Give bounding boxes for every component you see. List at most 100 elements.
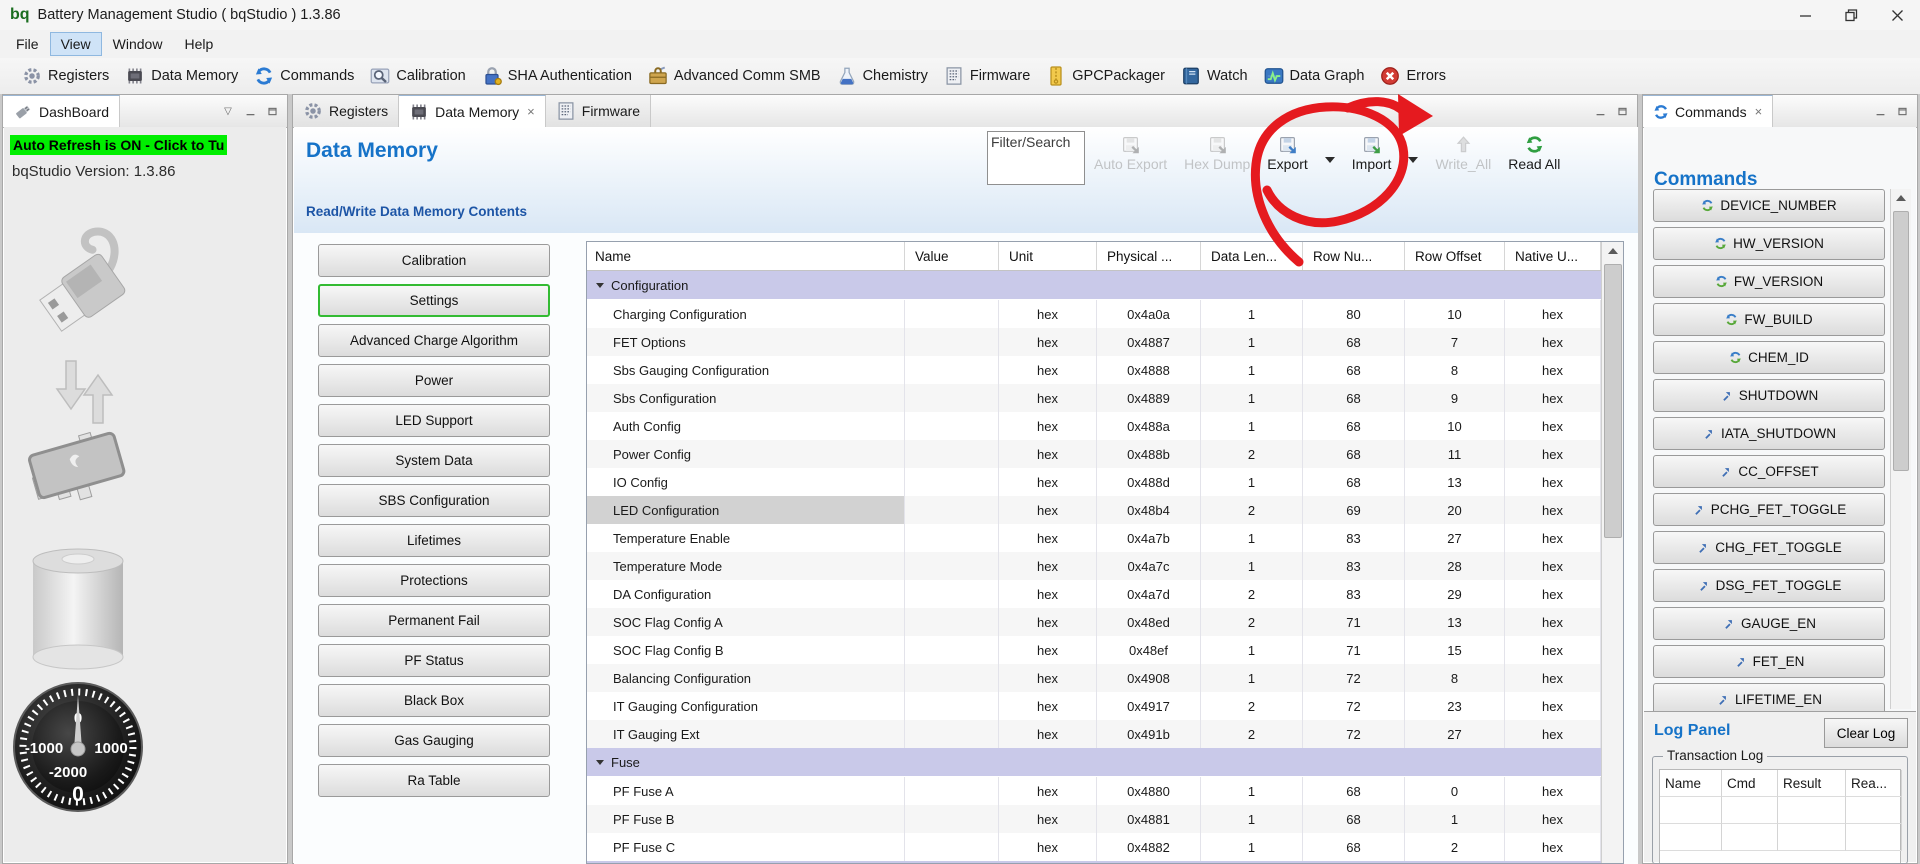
- table-row-charging-configuration[interactable]: Charging Configuration hex 0x4a0a 1 80 10 hex: [587, 300, 1601, 328]
- category-ra-table[interactable]: Ra Table: [318, 764, 550, 797]
- minimize-view-icon[interactable]: [1593, 104, 1607, 118]
- chevron-down-icon[interactable]: [596, 282, 604, 288]
- column-header-native-u[interactable]: Native U...: [1505, 242, 1601, 270]
- command-fw-version[interactable]: FW_VERSION: [1653, 265, 1885, 298]
- close-tab-icon[interactable]: ×: [527, 104, 535, 119]
- category-pf-status[interactable]: PF Status: [318, 644, 550, 677]
- table-row-power-config[interactable]: Power Config hex 0x488b 2 68 11 hex: [587, 440, 1601, 468]
- table-row-io-config[interactable]: IO Config hex 0x488d 1 68 13 hex: [587, 468, 1601, 496]
- command-hw-version[interactable]: HW_VERSION: [1653, 227, 1885, 260]
- category-settings[interactable]: Settings: [318, 284, 550, 317]
- category-power[interactable]: Power: [318, 364, 550, 397]
- tab-registers[interactable]: Registers: [293, 95, 400, 127]
- toolbar-button-registers[interactable]: Registers: [14, 63, 117, 89]
- menu-item-help[interactable]: Help: [174, 33, 223, 55]
- column-header-data-len[interactable]: Data Len...: [1201, 242, 1303, 270]
- table-row-sbs-configuration[interactable]: Sbs Configuration hex 0x4889 1 68 9 hex: [587, 384, 1601, 412]
- table-row-soc-flag-config-a[interactable]: SOC Flag Config Ahex 0x48ed 2 71 13 hex: [587, 608, 1601, 636]
- table-row-it-gauging-configuration[interactable]: IT Gauging Configuration hex 0x4917 2 72 23 he…: [587, 692, 1601, 720]
- commands-scrollbar[interactable]: [1890, 189, 1911, 709]
- tab-data-memory[interactable]: Data Memory ×: [399, 95, 546, 127]
- maximize-view-icon[interactable]: [265, 104, 279, 118]
- command-iata-shutdown[interactable]: IATA_SHUTDOWN: [1653, 417, 1885, 450]
- category-permanent-fail[interactable]: Permanent Fail: [318, 604, 550, 637]
- chevron-down-icon[interactable]: [596, 759, 604, 765]
- export-dropdown-icon[interactable]: [1324, 157, 1335, 163]
- category-lifetimes[interactable]: Lifetimes: [318, 524, 550, 557]
- toolbar-button-watch[interactable]: Watch: [1173, 63, 1256, 89]
- table-row-pf-fuse-a[interactable]: PF Fuse Ahex 0x4880 1 68 0 hex: [587, 777, 1601, 805]
- table-row-temperature-enable[interactable]: Temperature Enable hex 0x4a7b 1 83 27 hex: [587, 524, 1601, 552]
- command-cc-offset[interactable]: CC_OFFSET: [1653, 455, 1885, 488]
- minimize-view-icon[interactable]: [1873, 104, 1887, 118]
- table-row-it-gauging-ext[interactable]: IT Gauging Ext hex 0x491b 2 72 27 hex: [587, 720, 1601, 748]
- tab-firmware[interactable]: Firmware: [545, 95, 652, 127]
- command-fet-en[interactable]: FET_EN: [1653, 645, 1885, 678]
- tab-commands[interactable]: Commands ×: [1643, 95, 1774, 127]
- toolbar-button-errors[interactable]: Errors: [1372, 63, 1453, 89]
- table-row-soc-flag-config-b[interactable]: SOC Flag Config Bhex 0x48ef 1 71 15 hex: [587, 636, 1601, 664]
- maximize-view-icon[interactable]: [1895, 104, 1909, 118]
- toolbar-button-commands[interactable]: Commands: [246, 63, 362, 89]
- export-button[interactable]: Export: [1267, 131, 1308, 172]
- category-calibration[interactable]: Calibration: [318, 244, 550, 277]
- command-shutdown[interactable]: SHUTDOWN: [1653, 379, 1885, 412]
- import-dropdown-icon[interactable]: [1408, 157, 1419, 163]
- view-menu-icon[interactable]: ▽: [221, 104, 235, 118]
- toolbar-button-sha-authentication[interactable]: SHA Authentication: [474, 63, 640, 89]
- table-row-pf-fuse-c[interactable]: PF Fuse Chex 0x4882 1 68 2 hex: [587, 833, 1601, 861]
- command-chg-fet-toggle[interactable]: CHG_FET_TOGGLE: [1653, 531, 1885, 564]
- toolbar-button-gpcpackager[interactable]: GPCPackager: [1038, 63, 1173, 89]
- table-row-balancing-configuration[interactable]: Balancing Configuration hex 0x4908 1 72 8 hex: [587, 664, 1601, 692]
- command-fw-build[interactable]: FW_BUILD: [1653, 303, 1885, 336]
- toolbar-button-data-memory[interactable]: Data Memory: [117, 63, 246, 89]
- table-row-fet-options[interactable]: FET Options hex 0x4887 1 68 7 hex: [587, 328, 1601, 356]
- toolbar-button-advanced-comm-smb[interactable]: Advanced Comm SMB: [640, 63, 829, 89]
- menu-item-view[interactable]: View: [49, 32, 102, 56]
- scrollbar-thumb[interactable]: [1604, 264, 1622, 538]
- auto-export-button[interactable]: Auto Export: [1094, 131, 1167, 172]
- group-row-configuration[interactable]: Configuration: [587, 271, 1601, 300]
- clear-log-button[interactable]: Clear Log: [1824, 718, 1908, 748]
- column-header-value[interactable]: Value: [905, 242, 999, 270]
- table-row-da-configuration[interactable]: DA Configuration hex 0x4a7d 2 83 29 hex: [587, 580, 1601, 608]
- read-all-button[interactable]: Read All: [1508, 131, 1560, 172]
- close-button[interactable]: [1874, 0, 1920, 30]
- command-dsg-fet-toggle[interactable]: DSG_FET_TOGGLE: [1653, 569, 1885, 602]
- command-lifetime-en[interactable]: LIFETIME_EN: [1653, 683, 1885, 711]
- toolbar-button-data-graph[interactable]: Data Graph: [1256, 63, 1373, 89]
- menu-item-window[interactable]: Window: [103, 33, 173, 55]
- hex-dump-button[interactable]: Hex Dump: [1184, 131, 1250, 172]
- category-led-support[interactable]: LED Support: [318, 404, 550, 437]
- category-black-box[interactable]: Black Box: [318, 684, 550, 717]
- column-header-name[interactable]: Name: [587, 242, 905, 270]
- table-row-pf-fuse-b[interactable]: PF Fuse Bhex 0x4881 1 68 1 hex: [587, 805, 1601, 833]
- filter-search-input[interactable]: [987, 131, 1085, 185]
- command-device-number[interactable]: DEVICE_NUMBER: [1653, 189, 1885, 222]
- toolbar-button-firmware[interactable]: Firmware: [936, 63, 1038, 89]
- minimize-button[interactable]: [1782, 0, 1828, 30]
- toolbar-button-calibration[interactable]: Calibration: [362, 63, 473, 89]
- column-header-unit[interactable]: Unit: [999, 242, 1097, 270]
- column-header-physical[interactable]: Physical ...: [1097, 242, 1201, 270]
- scroll-up-arrow-icon[interactable]: [1891, 189, 1911, 207]
- menu-item-file[interactable]: File: [6, 33, 49, 55]
- minimize-view-icon[interactable]: [243, 104, 257, 118]
- column-header-row-offset[interactable]: Row Offset: [1405, 242, 1505, 270]
- maximize-view-icon[interactable]: [1615, 104, 1629, 118]
- table-row-sbs-gauging-configuration[interactable]: Sbs Gauging Configuration hex 0x4888 1 68 8 he…: [587, 356, 1601, 384]
- category-protections[interactable]: Protections: [318, 564, 550, 597]
- table-row-led-configuration[interactable]: LED Configuration hex 0x48b4 2 69 20 hex: [587, 496, 1601, 524]
- table-scrollbar[interactable]: [1601, 242, 1623, 863]
- scrollbar-thumb[interactable]: [1893, 211, 1909, 471]
- column-header-row-nu[interactable]: Row Nu...: [1303, 242, 1405, 270]
- import-button[interactable]: Import: [1352, 131, 1391, 172]
- group-row-fuse[interactable]: Fuse: [587, 748, 1601, 777]
- category-gas-gauging[interactable]: Gas Gauging: [318, 724, 550, 757]
- close-tab-icon[interactable]: ×: [1755, 104, 1763, 119]
- category-system-data[interactable]: System Data: [318, 444, 550, 477]
- table-row-temperature-mode[interactable]: Temperature Mode hex 0x4a7c 1 83 28 hex: [587, 552, 1601, 580]
- write-all-button[interactable]: Write_All: [1435, 131, 1491, 172]
- command-gauge-en[interactable]: GAUGE_EN: [1653, 607, 1885, 640]
- toolbar-button-chemistry[interactable]: Chemistry: [829, 63, 936, 89]
